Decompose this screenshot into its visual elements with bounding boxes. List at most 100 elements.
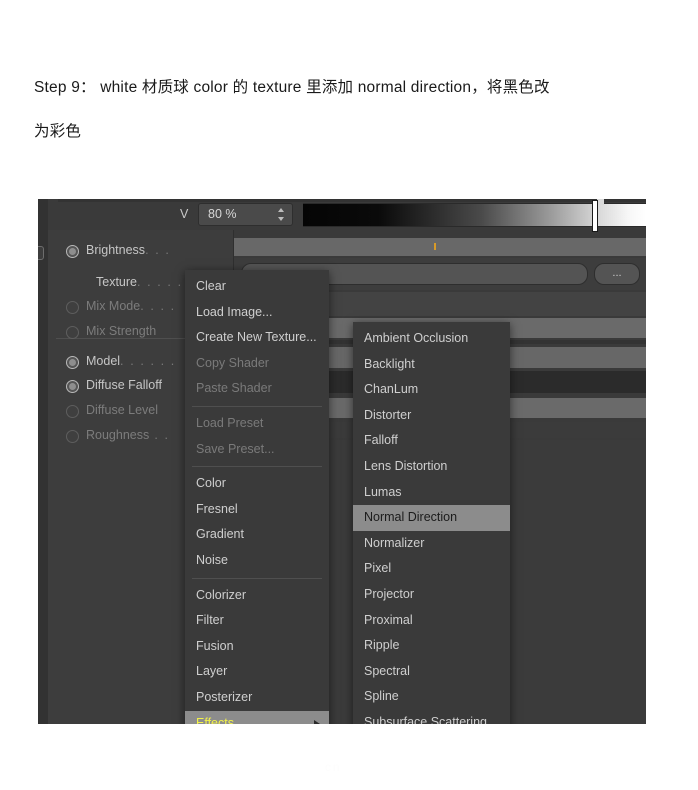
- menu-item-label: Backlight: [364, 356, 415, 371]
- row-brightness-slider[interactable]: [233, 238, 646, 256]
- menu-item-fusion[interactable]: Fusion: [185, 634, 329, 660]
- menu-item-label: Layer: [196, 664, 228, 679]
- submenu-item-spectral[interactable]: Spectral: [353, 659, 510, 685]
- value-input-text: 80 %: [208, 207, 237, 221]
- brightness-gradient-slider[interactable]: [303, 199, 646, 232]
- step-instruction-text: Step 9： white 材质球 color 的 texture 里添加 no…: [34, 79, 550, 140]
- menu-item-paste-shader: Paste Shader: [185, 376, 329, 402]
- menu-item-color[interactable]: Color: [185, 471, 329, 497]
- radio-toggle-icon[interactable]: [66, 380, 79, 393]
- menu-item-label: Lens Distortion: [364, 458, 448, 473]
- submenu-item-backlight[interactable]: Backlight: [353, 352, 510, 378]
- menu-item-effects[interactable]: Effects: [185, 710, 329, 725]
- menu-item-label: Effects: [196, 715, 234, 725]
- menu-item-label: ChanLum: [364, 382, 419, 397]
- stepper-updown-icon[interactable]: [278, 208, 285, 221]
- menu-item-label: Projector: [364, 586, 415, 601]
- radio-toggle-icon[interactable]: [66, 356, 79, 369]
- menu-separator: [192, 577, 322, 579]
- menu-item-copy-shader: Copy Shader: [185, 351, 329, 377]
- menu-item-clear[interactable]: Clear: [185, 274, 329, 300]
- menu-item-label: Load Preset: [196, 415, 264, 430]
- submenu-item-subsurface-scattering[interactable]: Subsurface Scattering: [353, 710, 510, 724]
- submenu-item-ambient-occlusion[interactable]: Ambient Occlusion: [353, 326, 510, 352]
- menu-item-layer[interactable]: Layer: [185, 659, 329, 685]
- submenu-item-lumas[interactable]: Lumas: [353, 480, 510, 506]
- menu-item-label: Save Preset...: [196, 441, 275, 456]
- submenu-item-normalizer[interactable]: Normalizer: [353, 531, 510, 557]
- menu-item-posterizer[interactable]: Posterizer: [185, 685, 329, 711]
- submenu-item-normal-direction[interactable]: Normal Direction: [353, 505, 510, 531]
- parameter-label: Mix Mode. . . .: [86, 299, 176, 313]
- menu-item-label: Fresnel: [196, 501, 238, 516]
- parameter-row-brightness[interactable]: Brightness. . .: [48, 238, 233, 263]
- menu-item-label: Colorizer: [196, 587, 247, 602]
- submenu-arrow-icon: [314, 719, 320, 724]
- radio-toggle-icon[interactable]: [66, 245, 79, 258]
- submenu-item-chanlum[interactable]: ChanLum: [353, 377, 510, 403]
- menu-item-label: Spline: [364, 689, 399, 704]
- menu-item-label: Subsurface Scattering: [364, 714, 487, 724]
- menu-item-colorizer[interactable]: Colorizer: [185, 583, 329, 609]
- parameter-label: Roughness . .: [86, 428, 170, 442]
- menu-item-label: Filter: [196, 613, 224, 628]
- leader-dots: . . . . . .: [120, 354, 176, 368]
- menu-item-label: Spectral: [364, 663, 410, 678]
- texture-context-menu[interactable]: Clear Load Image... Create New Texture... C…: [185, 270, 329, 724]
- value-toolbar: V 80 %: [48, 199, 646, 232]
- radio-toggle-icon[interactable]: [66, 405, 79, 418]
- value-label: V: [180, 207, 189, 221]
- menu-item-load-preset: Load Preset: [185, 411, 329, 437]
- watermark-text: cn: [325, 760, 342, 774]
- menu-item-label: Normal Direction: [364, 510, 458, 525]
- menu-item-label: Fusion: [196, 638, 234, 653]
- leader-dots: . . .: [145, 243, 171, 257]
- menu-item-label: Gradient: [196, 527, 244, 542]
- toolbar-top-edge: [58, 199, 646, 202]
- texture-browse-button[interactable]: ...: [594, 263, 640, 285]
- collapse-handle[interactable]: [38, 246, 44, 260]
- submenu-item-spline[interactable]: Spline: [353, 684, 510, 710]
- menu-item-label: Create New Texture...: [196, 330, 317, 345]
- parameter-label: Texture. . . . . .: [96, 275, 193, 289]
- menu-item-gradient[interactable]: Gradient: [185, 522, 329, 548]
- menu-separator: [192, 466, 322, 468]
- menu-item-load-image[interactable]: Load Image...: [185, 300, 329, 326]
- gradient-marker-tab[interactable]: [597, 199, 604, 205]
- page-root: Step 9： white 材质球 color 的 texture 里添加 no…: [0, 0, 698, 790]
- menu-item-label: Noise: [196, 552, 228, 567]
- parameter-label: Model. . . . . .: [86, 354, 176, 368]
- submenu-item-pixel[interactable]: Pixel: [353, 556, 510, 582]
- menu-item-label: Pixel: [364, 561, 392, 576]
- menu-item-label: Ambient Occlusion: [364, 331, 469, 345]
- menu-item-save-preset: Save Preset...: [185, 437, 329, 463]
- brightness-tick-marker: [434, 243, 436, 250]
- menu-separator: [192, 405, 322, 407]
- parameter-label: Mix Strength: [86, 324, 157, 338]
- radio-toggle-icon[interactable]: [66, 301, 79, 314]
- menu-item-label: Posterizer: [196, 689, 253, 704]
- radio-toggle-icon[interactable]: [66, 326, 79, 339]
- cinema4d-material-editor-screenshot: V 80 % ... Brightness. . . Texture. . . …: [38, 199, 646, 724]
- submenu-item-falloff[interactable]: Falloff: [353, 428, 510, 454]
- effects-submenu[interactable]: Ambient Occlusion Backlight ChanLum Distort…: [353, 322, 510, 724]
- submenu-item-proximal[interactable]: Proximal: [353, 608, 510, 634]
- submenu-item-ripple[interactable]: Ripple: [353, 633, 510, 659]
- menu-item-label: Normalizer: [364, 535, 425, 550]
- radio-toggle-icon[interactable]: [66, 430, 79, 443]
- menu-item-label: Lumas: [364, 484, 402, 499]
- menu-item-noise[interactable]: Noise: [185, 548, 329, 574]
- menu-item-label: Falloff: [364, 433, 398, 448]
- menu-item-filter[interactable]: Filter: [185, 608, 329, 634]
- value-input[interactable]: 80 %: [198, 203, 293, 226]
- submenu-item-distorter[interactable]: Distorter: [353, 403, 510, 429]
- attribute-rows: ... Brightness. . . Texture. . . . . . Mix…: [48, 230, 646, 724]
- menu-item-create-new-texture[interactable]: Create New Texture...: [185, 325, 329, 351]
- submenu-item-projector[interactable]: Projector: [353, 582, 510, 608]
- parameter-label: Diffuse Falloff: [86, 378, 162, 392]
- gradient-knob-icon[interactable]: [592, 200, 598, 232]
- leader-dots: . .: [149, 428, 170, 442]
- menu-item-label: Ripple: [364, 638, 400, 653]
- submenu-item-lens-distortion[interactable]: Lens Distortion: [353, 454, 510, 480]
- menu-item-fresnel[interactable]: Fresnel: [185, 497, 329, 523]
